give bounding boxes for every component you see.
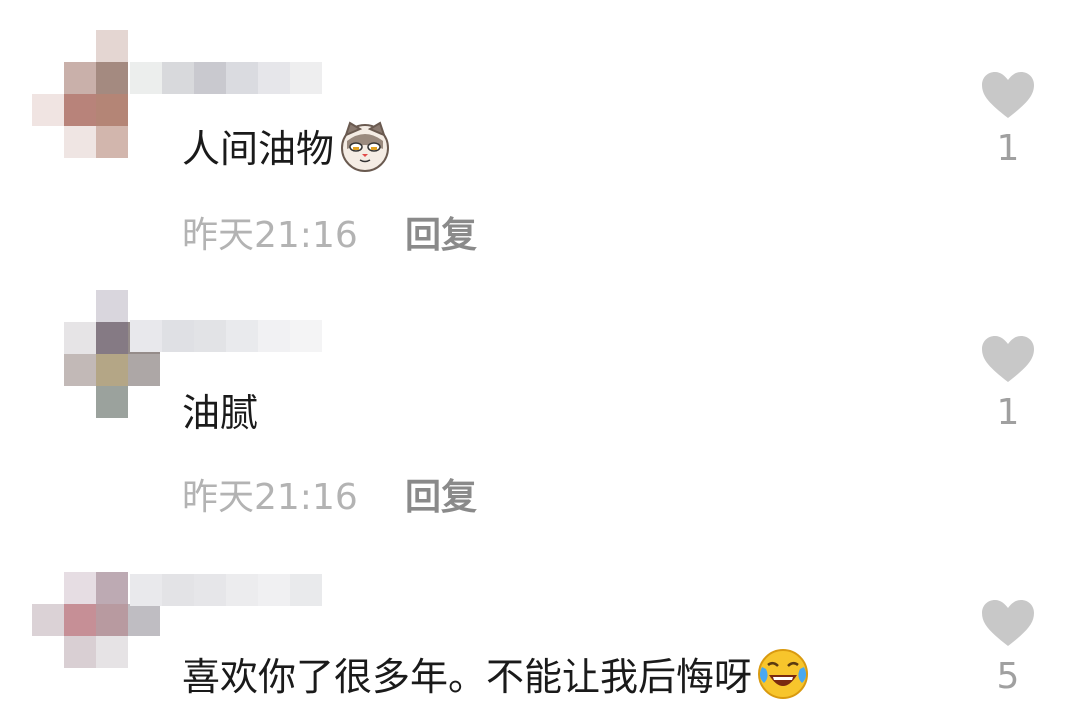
avatar-pixel (96, 354, 128, 386)
heart-icon (982, 72, 1034, 118)
avatar-pixel (64, 604, 96, 636)
avatar-pixel (64, 94, 96, 126)
avatar-pixel (64, 572, 96, 604)
heart-icon (982, 600, 1034, 646)
username-pixel (258, 574, 290, 606)
username-pixel (290, 320, 322, 352)
comment-time: 昨天21:16 (182, 477, 358, 518)
username-pixel (194, 574, 226, 606)
avatar-pixel (64, 354, 96, 386)
username-pixel (226, 62, 258, 94)
reply-button[interactable]: 回复 (405, 206, 477, 258)
avatar-pixel (96, 126, 128, 158)
comment-text: 人间油物 (182, 118, 392, 173)
avatar-pixel (96, 322, 128, 354)
reply-button[interactable]: 回复 (405, 468, 477, 520)
avatar-pixel (96, 62, 128, 94)
avatar-pixel (96, 604, 128, 636)
avatar-pixel (32, 604, 64, 636)
avatar-pixel (96, 386, 128, 418)
username[interactable] (130, 320, 322, 352)
username-pixel (258, 62, 290, 94)
like-count: 1 (996, 128, 1020, 169)
heart-icon (982, 336, 1034, 382)
username-pixel (226, 320, 258, 352)
avatar-pixel (96, 290, 128, 322)
avatar-pixel (64, 636, 96, 668)
avatar-pixel (32, 94, 64, 126)
username-pixel (162, 574, 194, 606)
username-pixel (162, 62, 194, 94)
comment-body: 喜欢你了很多年。不能让我后悔呀 (182, 655, 753, 699)
username-pixel (290, 62, 322, 94)
avatar-pixel (64, 62, 96, 94)
username-pixel (130, 62, 162, 94)
username-pixel (290, 574, 322, 606)
avatar-pixel (128, 354, 160, 386)
comment-text: 油腻 (182, 382, 258, 437)
avatar-pixel (64, 322, 96, 354)
username[interactable] (130, 62, 322, 94)
avatar-pixel (96, 636, 128, 668)
username-pixel (258, 320, 290, 352)
avatar-pixel (96, 572, 128, 604)
username-pixel (194, 320, 226, 352)
username-pixel (226, 574, 258, 606)
avatar[interactable] (30, 30, 160, 160)
like-count: 5 (996, 656, 1020, 697)
username-pixel (130, 320, 162, 352)
avatar[interactable] (30, 290, 160, 420)
like-button[interactable]: 1 (978, 334, 1038, 433)
avatar-pixel (96, 30, 128, 62)
comment-time: 昨天21:16 (182, 215, 358, 256)
username[interactable] (130, 574, 322, 606)
username-pixel (130, 574, 162, 606)
comment-body: 人间油物 (182, 127, 335, 171)
smug-cat-emoji-icon (341, 121, 390, 172)
comment-text: 喜欢你了很多年。不能让我后悔呀 (182, 646, 810, 701)
laughing-tears-emoji-icon (758, 648, 809, 699)
avatar-pixel (128, 604, 160, 636)
like-count: 1 (996, 392, 1020, 433)
like-button[interactable]: 1 (978, 70, 1038, 169)
like-button[interactable]: 5 (978, 598, 1038, 697)
username-pixel (194, 62, 226, 94)
comment-body: 油腻 (182, 391, 259, 435)
avatar-pixel (96, 94, 128, 126)
username-pixel (162, 320, 194, 352)
avatar-pixel (64, 126, 96, 158)
